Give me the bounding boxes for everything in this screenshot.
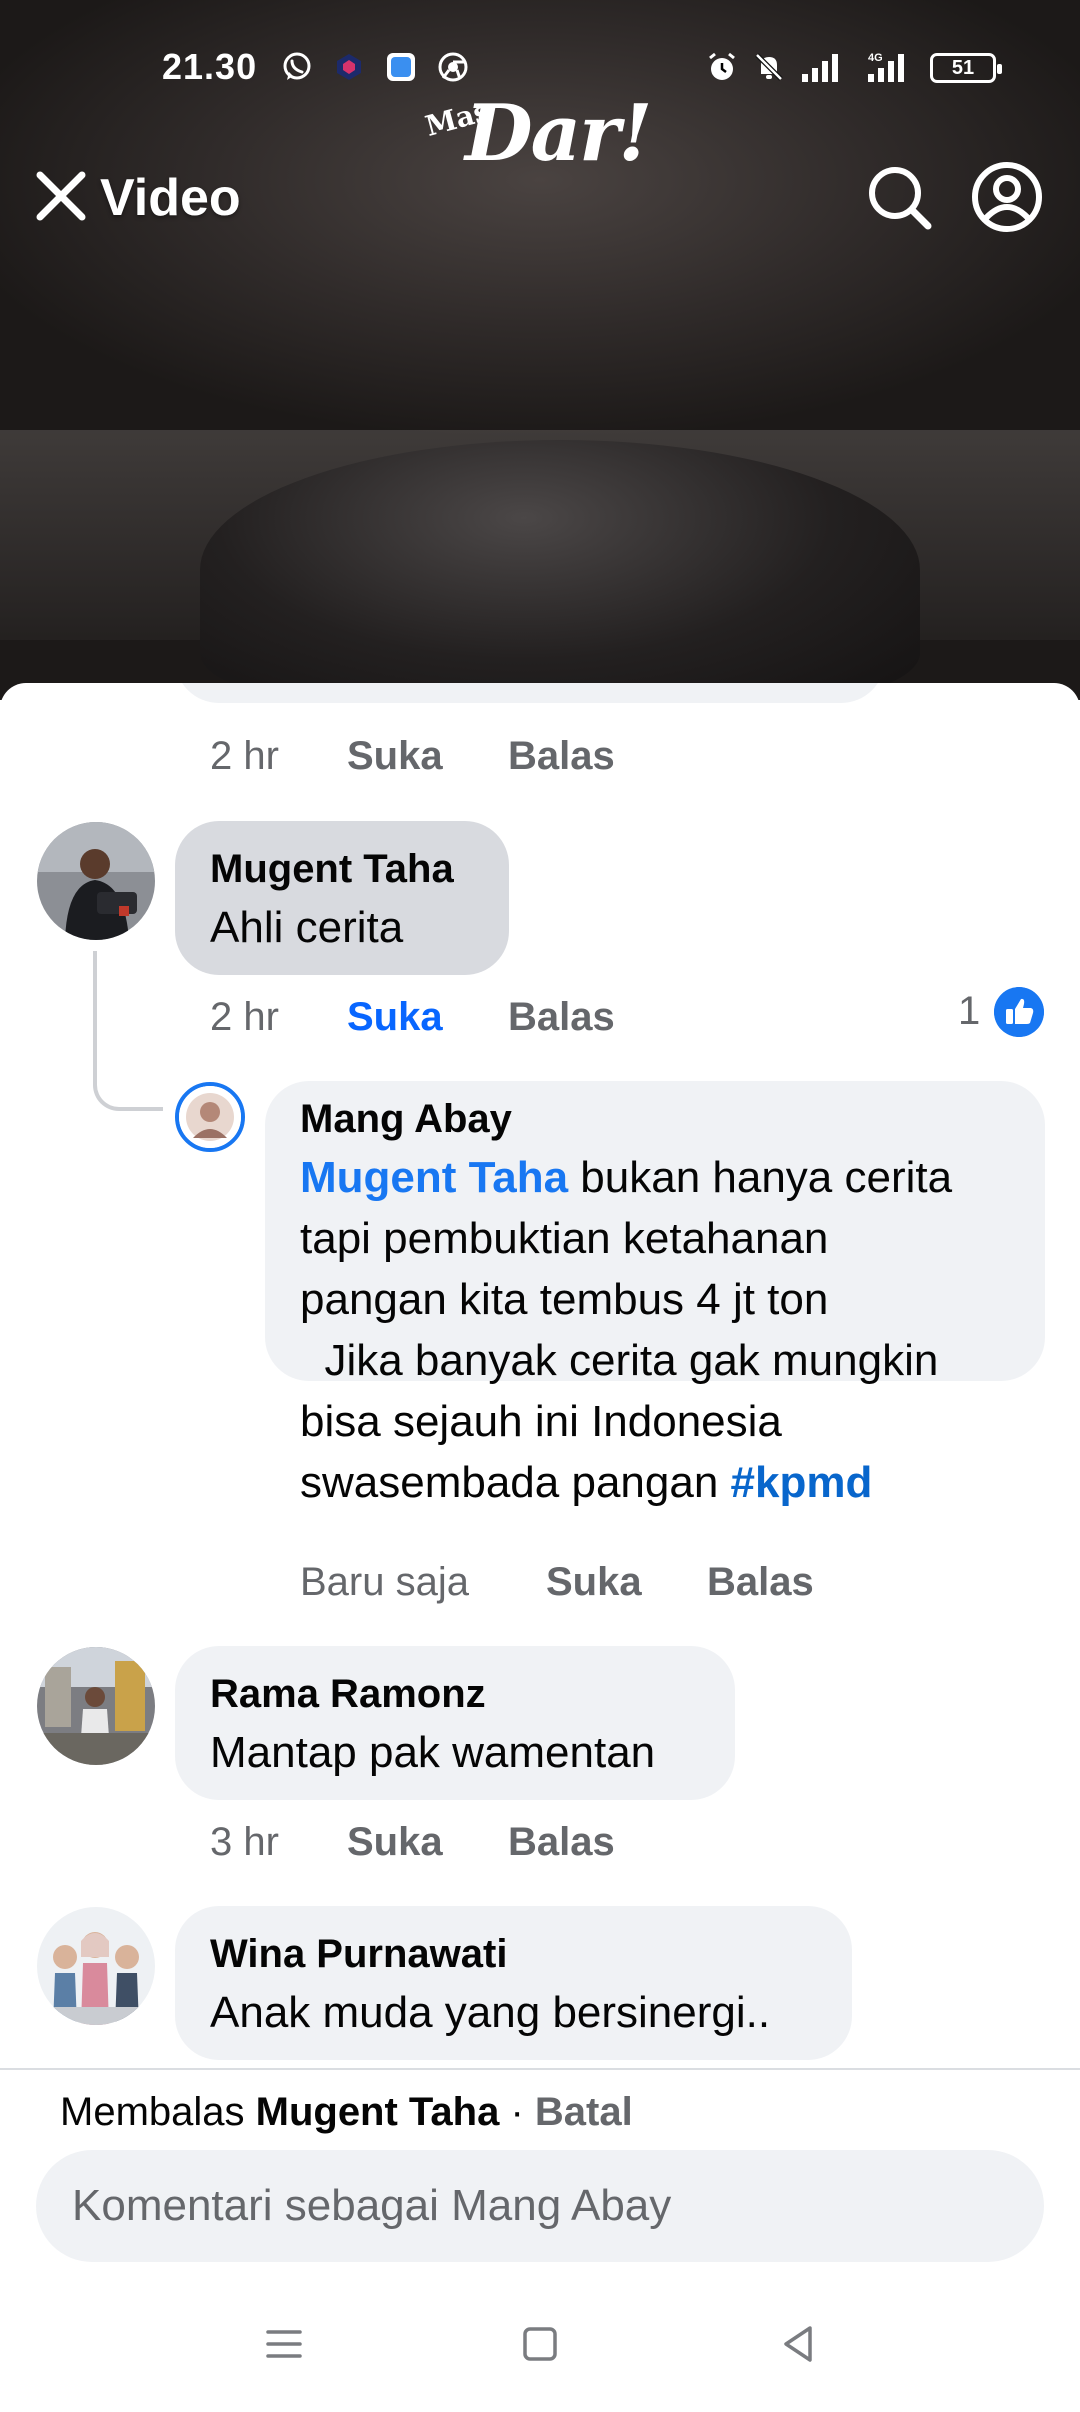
app-icon xyxy=(387,53,415,81)
comment-input[interactable] xyxy=(36,2150,1044,2262)
comment-bubble-previous xyxy=(175,683,885,703)
comment-time: 2 hr xyxy=(210,995,279,1039)
avatar[interactable] xyxy=(37,1907,155,2025)
replying-to: Membalas Mugent Taha · Batal xyxy=(60,2090,633,2135)
status-time: 21.30 xyxy=(162,46,258,87)
comment-text-line: swasembada pangan xyxy=(300,1458,731,1507)
comment-text: Mantap pak wamentan xyxy=(210,1728,656,1777)
replying-separator: · xyxy=(499,2090,535,2134)
like-button[interactable]: Suka xyxy=(347,1814,443,1870)
reply-button[interactable]: Balas xyxy=(508,1814,615,1870)
like-count[interactable]: 1 xyxy=(958,989,980,1034)
comment-bubble[interactable]: Rama Ramonz Mantap pak wamentan xyxy=(175,1646,735,1800)
comment-author[interactable]: Wina Purnawati xyxy=(210,1926,818,1982)
search-icon[interactable] xyxy=(862,160,936,234)
svg-text:4G: 4G xyxy=(868,52,883,64)
like-button[interactable]: Suka xyxy=(347,989,443,1045)
menu-icon[interactable] xyxy=(254,2314,314,2374)
close-icon[interactable] xyxy=(30,165,92,227)
comment-author[interactable]: Rama Ramonz xyxy=(210,1666,701,1722)
comment-time: 2 hr xyxy=(210,734,279,778)
top-nav: Video xyxy=(0,150,1080,250)
comment-text-line: Jika banyak cerita gak mungkin xyxy=(300,1336,939,1385)
comment-text: Anak muda yang bersinergi.. xyxy=(210,1988,771,2037)
comment-actions: 2 hr Suka Balas xyxy=(210,989,710,1045)
comment-bubble[interactable]: Mugent Taha Ahli cerita xyxy=(175,821,509,975)
like-icon xyxy=(994,987,1044,1037)
alarm-icon xyxy=(709,52,735,80)
home-icon[interactable] xyxy=(510,2314,570,2374)
cancel-reply-button[interactable]: Batal xyxy=(535,2090,633,2134)
comment-bubble[interactable]: Mang Abay Mugent Taha bukan hanya cerita… xyxy=(265,1081,1045,1507)
reply-button[interactable]: Balas xyxy=(508,728,615,784)
comment-actions: Baru saja Suka Balas xyxy=(300,1554,900,1610)
reply-button[interactable]: Balas xyxy=(707,1554,814,1610)
mention-link[interactable]: Mugent Taha xyxy=(300,1153,568,1202)
reply-button[interactable]: Balas xyxy=(508,989,615,1045)
comment-text-line: tapi pembuktian ketahanan xyxy=(300,1214,829,1263)
comment-text-line: pangan kita tembus 4 jt ton xyxy=(300,1275,829,1324)
signal-icon: 4G xyxy=(868,52,904,82)
comment-text-line: bisa sejauh ini Indonesia xyxy=(300,1397,782,1446)
comment-time: 3 hr xyxy=(210,1820,279,1864)
replying-to-name: Mugent Taha xyxy=(255,2090,500,2134)
like-button[interactable]: Suka xyxy=(347,728,443,784)
signal-icon xyxy=(802,54,838,82)
profile-icon[interactable] xyxy=(970,160,1044,234)
system-navigation-bar xyxy=(0,2280,1080,2412)
avatar[interactable] xyxy=(175,1082,245,1152)
comment-author[interactable]: Mang Abay xyxy=(300,1091,1011,1147)
battery-icon: 51 xyxy=(930,53,1002,83)
comment-text: Mugent Taha bukan hanya cerita tapi pemb… xyxy=(300,1147,1011,1513)
comment-actions: 2 hr Suka Balas xyxy=(210,728,710,784)
comment-text-line: bukan hanya cerita xyxy=(568,1153,953,1202)
reply-bar: Membalas Mugent Taha · Batal xyxy=(0,2068,1080,2280)
video-person-hair xyxy=(200,440,920,700)
avatar[interactable] xyxy=(37,1647,155,1765)
comment-time: Baru saja xyxy=(300,1560,469,1604)
comment-bubble[interactable]: Wina Purnawati Anak muda yang bersinergi… xyxy=(175,1906,852,2060)
comments-sheet[interactable]: 2 hr Suka Balas Mugent Taha Ahli cerita … xyxy=(0,683,1080,2280)
hashtag-link[interactable]: #kpmd xyxy=(731,1458,873,1507)
comment-text: Ahli cerita xyxy=(210,903,404,952)
avatar[interactable] xyxy=(37,822,155,940)
thread-line xyxy=(93,951,163,1111)
app-icon xyxy=(337,54,361,80)
chrome-icon xyxy=(438,52,468,82)
comment-author[interactable]: Mugent Taha xyxy=(210,841,475,897)
back-icon[interactable] xyxy=(768,2314,828,2374)
whatsapp-icon xyxy=(283,52,311,80)
replying-prefix: Membalas xyxy=(60,2090,256,2134)
page-title: Video xyxy=(100,169,241,227)
mute-icon xyxy=(755,53,783,81)
comment-actions: 3 hr Suka Balas xyxy=(210,1814,710,1870)
like-button[interactable]: Suka xyxy=(546,1554,642,1610)
